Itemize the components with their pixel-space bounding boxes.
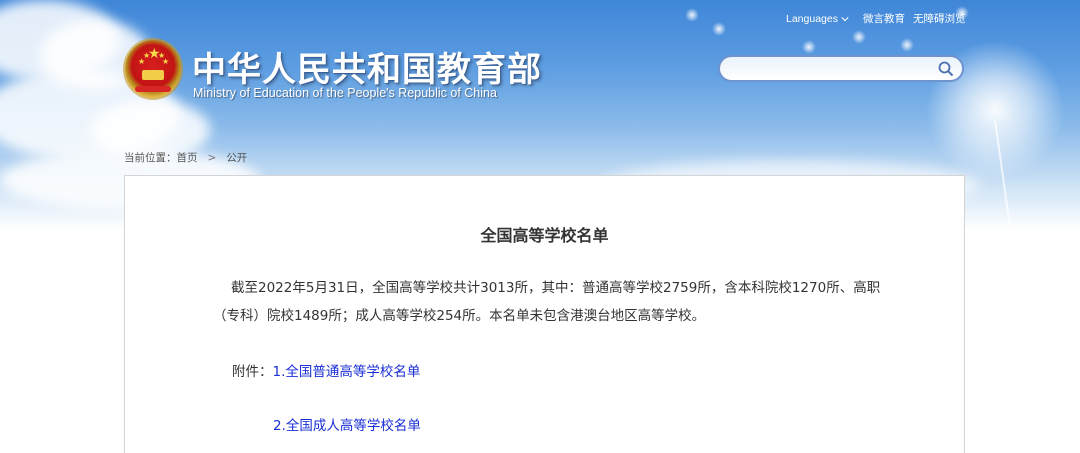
- seed-decoration: [802, 40, 816, 54]
- search-icon: [938, 61, 954, 77]
- breadcrumb-label: 当前位置：: [124, 152, 177, 164]
- article-panel: 全国高等学校名单 截至2022年5月31日，全国高等学校共计3013所，其中：普…: [124, 175, 965, 453]
- paragraph-text-1: 截至2022年5月31日，全国高等学校共计3013所，其中：普通高等学校2759…: [231, 280, 881, 296]
- paragraph-line: （专科）院校1489所；成人高等学校254所。本名单未包含港澳台地区高等学校。: [213, 302, 893, 330]
- site-title[interactable]: 中华人民共和国教育部: [192, 42, 542, 91]
- seed-decoration: [900, 38, 914, 52]
- national-emblem-logo[interactable]: ★ ★ ★ ★ ★: [125, 40, 181, 98]
- search-input[interactable]: [730, 60, 930, 78]
- article-title: 全国高等学校名单: [480, 226, 609, 245]
- article-paragraph: 截至2022年5月31日，全国高等学校共计3013所，其中：普通高等学校2759…: [213, 274, 893, 330]
- attachment-row-1: 附件：1.全国普通高等学校名单: [232, 360, 420, 380]
- seed-decoration: [712, 22, 726, 36]
- chevron-down-icon: [841, 16, 849, 21]
- attachment-row-2: 2.全国成人高等学校名单: [273, 414, 421, 434]
- languages-dropdown[interactable]: Languages: [786, 13, 849, 25]
- paragraph-line: 截至2022年5月31日，全国高等学校共计3013所，其中：普通高等学校2759…: [213, 274, 893, 302]
- search-box: [718, 55, 964, 82]
- site-title-english[interactable]: Ministry of Education of the People's Re…: [193, 86, 497, 100]
- attachment-link-2[interactable]: 2.全国成人高等学校名单: [273, 418, 421, 434]
- breadcrumb-separator: >: [207, 151, 217, 164]
- seed-decoration: [852, 30, 866, 44]
- breadcrumb: 当前位置： 首页 > 公开: [124, 150, 247, 165]
- breadcrumb-home[interactable]: 首页: [177, 150, 198, 165]
- accessible-browse-link[interactable]: 无障碍浏览: [913, 11, 966, 26]
- breadcrumb-current[interactable]: 公开: [226, 150, 247, 165]
- search-button[interactable]: [936, 59, 956, 79]
- paragraph-text-2: （专科）院校1489所；成人高等学校254所。本名单未包含港澳台地区高等学校。: [213, 308, 706, 324]
- weibo-link[interactable]: 微言教育: [863, 11, 905, 26]
- attachment-link-1[interactable]: 1.全国普通高等学校名单: [273, 364, 421, 380]
- top-links: Languages 微言教育 无障碍浏览: [786, 11, 965, 26]
- languages-label: Languages: [786, 12, 838, 25]
- seed-decoration: [685, 8, 699, 22]
- attachments-label: 附件：: [232, 364, 273, 380]
